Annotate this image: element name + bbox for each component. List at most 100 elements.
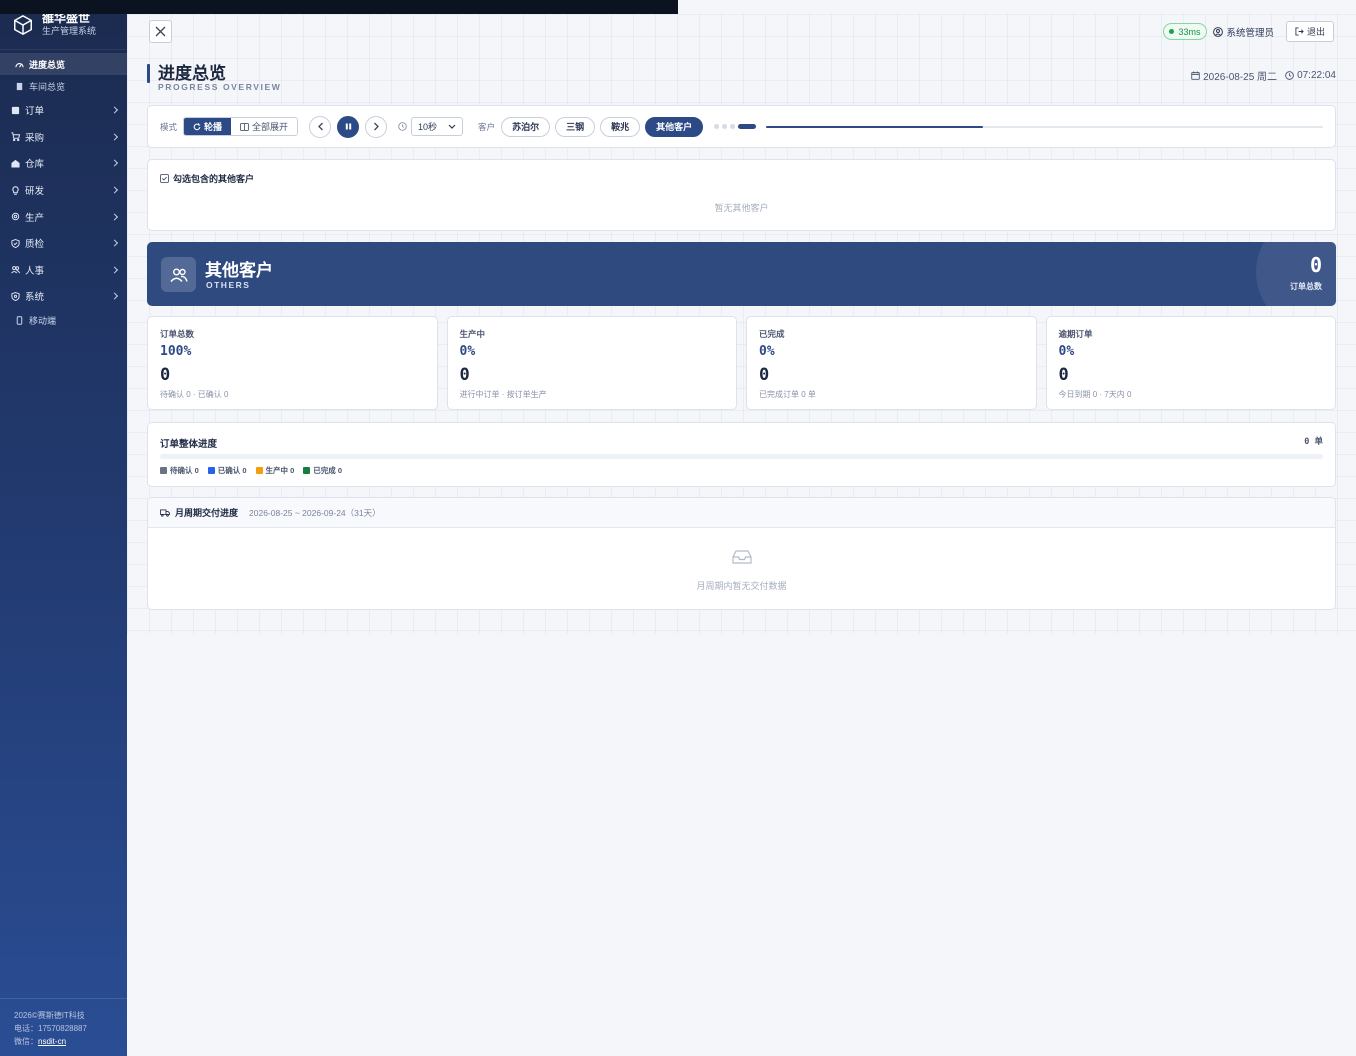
sidebar-item-progress-overview[interactable]: 进度总览	[0, 53, 127, 75]
legend-item-confirmed: 已确认 0	[207, 465, 247, 476]
toolbar: 模式 轮播 全部展开 10秒 客户 苏泊尔 三钢 鞍兆 其他客户	[147, 105, 1336, 148]
picker-empty-text: 暂无其他客户	[714, 203, 769, 213]
legend-item-in-production: 生产中 0	[255, 465, 295, 476]
mode-switch: 轮播 全部展开	[183, 117, 299, 136]
date-display: 2026-08-25 周二	[1191, 68, 1277, 83]
logout-button[interactable]: 退出	[1285, 21, 1334, 42]
sidebar-item-label: 移动端	[29, 316, 57, 327]
carousel-dot[interactable]	[722, 124, 728, 129]
sidebar-item-quality[interactable]: 质检	[0, 230, 127, 257]
customer-tab-anzhao[interactable]: 鞍兆	[600, 116, 641, 137]
inbox-icon	[731, 550, 752, 564]
sidebar-item-label: 研发	[25, 186, 45, 198]
customer-tab-others[interactable]: 其他客户	[645, 116, 704, 137]
carousel-dot[interactable]	[714, 124, 720, 129]
columns-icon	[240, 122, 249, 131]
sidebar-item-warehouse[interactable]: 仓库	[0, 150, 127, 177]
stat-value: 0	[459, 365, 470, 385]
gear-icon	[11, 212, 20, 221]
page-title: 进度总览	[158, 64, 226, 83]
sidebar-nav: 进度总览 车间总览 订单 采购 仓库 研发 生产 质检 人事 系统 移动端	[0, 53, 127, 332]
banner-order-count: 0	[1309, 253, 1322, 277]
sidebar-item-system[interactable]: 系统	[0, 283, 127, 310]
copyright-text: 2026©赛斯德IT科技	[14, 1011, 85, 1020]
main-content: 33ms 系统管理员 退出 进度总览 PROGRESS OVERVIEW 202…	[127, 14, 1356, 1056]
stat-value: 0	[160, 365, 171, 385]
logout-label: 退出	[1306, 27, 1325, 37]
banner-subtitle: OTHERS	[206, 280, 251, 290]
sidebar-item-label: 系统	[25, 292, 45, 304]
pause-button[interactable]	[337, 115, 360, 138]
stat-value: 0	[1058, 365, 1069, 385]
customer-tab-supor[interactable]: 苏泊尔	[501, 116, 551, 137]
banner-icon-box	[161, 257, 196, 292]
users-icon	[169, 268, 188, 282]
banner-decoration	[1256, 242, 1336, 306]
chevron-right-icon	[110, 213, 119, 221]
sidebar-item-production[interactable]: 生产	[0, 203, 127, 230]
wechat-line: 微信：nsdit-cn	[14, 1035, 127, 1048]
mobile-icon	[16, 316, 23, 326]
close-button[interactable]	[149, 20, 172, 43]
document-icon	[16, 82, 23, 90]
legend-label: 待确认 0	[170, 466, 199, 475]
wechat-label: 微信：	[14, 1037, 38, 1046]
carousel-dot-active[interactable]	[738, 124, 757, 129]
shield-icon	[11, 291, 20, 301]
chevron-right-icon	[110, 292, 119, 300]
next-button[interactable]	[365, 115, 388, 138]
sidebar-item-hr[interactable]: 人事	[0, 257, 127, 284]
sidebar-item-label: 订单	[25, 106, 45, 118]
monthly-delivery: 月周期交付进度 2026-08-25 ~ 2026-09-24（31天） 月周期…	[147, 497, 1336, 610]
cart-icon	[11, 132, 20, 142]
mode-carousel-button[interactable]: 轮播	[184, 118, 232, 135]
date-text: 2026-08-25 周二	[1203, 72, 1278, 83]
stat-footnote: 待确认 0 · 已确认 0	[160, 390, 229, 399]
timer-icon	[398, 122, 407, 131]
legend-label: 生产中 0	[265, 466, 295, 475]
users-icon	[11, 266, 20, 274]
window-top-strip	[0, 0, 678, 14]
time-display: 07:22:04	[1285, 68, 1336, 83]
customer-tab-sangang[interactable]: 三钢	[555, 116, 596, 137]
stat-value: 0	[759, 365, 770, 385]
sidebar-item-label: 人事	[25, 265, 45, 277]
sidebar-item-rnd[interactable]: 研发	[0, 177, 127, 204]
stat-card-overdue: 逾期订单 0% 0 今日到期 0 · 7天内 0	[1045, 316, 1336, 410]
monthly-delivery-header: 月周期交付进度 2026-08-25 ~ 2026-09-24（31天）	[148, 498, 1335, 528]
stat-label: 已完成	[759, 329, 785, 339]
sidebar-item-mobile[interactable]: 移动端	[0, 310, 127, 332]
sidebar-item-label: 车间总览	[29, 81, 66, 92]
overall-progress-count: 0 单	[1304, 437, 1323, 447]
lightbulb-icon	[12, 185, 19, 195]
prev-button[interactable]	[309, 115, 332, 138]
mode-expand-button[interactable]: 全部展开	[231, 118, 298, 135]
sidebar-item-purchasing[interactable]: 采购	[0, 124, 127, 151]
carousel-dot[interactable]	[730, 124, 736, 129]
legend-swatch	[255, 467, 263, 474]
monthly-delivery-title: 月周期交付进度	[175, 508, 239, 518]
status-dot-icon	[1169, 29, 1175, 34]
legend-swatch	[303, 467, 311, 474]
sidebar-item-orders[interactable]: 订单	[0, 97, 127, 124]
stat-label: 逾期订单	[1058, 329, 1093, 339]
sidebar-item-workshop-overview[interactable]: 车间总览	[0, 75, 127, 97]
latency-value: 33ms	[1178, 26, 1201, 37]
picker-title: 勾选包含的其他客户	[160, 172, 254, 185]
header-actions: 33ms 系统管理员 退出	[1163, 21, 1334, 42]
checkbox-icon	[160, 174, 169, 183]
interval-select[interactable]: 10秒	[411, 117, 464, 136]
stat-cards: 订单总数 100% 0 待确认 0 · 已确认 0 生产中 0% 0 进行中订单…	[147, 316, 1336, 410]
warehouse-icon	[11, 159, 20, 168]
shield-check-icon	[11, 238, 20, 248]
legend-swatch	[207, 467, 215, 474]
chevron-right-icon	[110, 186, 119, 194]
page-subtitle: PROGRESS OVERVIEW	[158, 82, 282, 92]
overall-progress-legend: 待确认 0 已确认 0 生产中 0 已完成 0	[160, 465, 342, 476]
wechat-link[interactable]: nsdit-cn	[38, 1037, 66, 1046]
title-accent-bar	[147, 64, 150, 83]
user-menu[interactable]: 系统管理员	[1213, 25, 1274, 39]
carousel-indicators	[714, 124, 757, 129]
legend-item-completed: 已完成 0	[303, 465, 342, 476]
truck-icon	[160, 509, 170, 517]
